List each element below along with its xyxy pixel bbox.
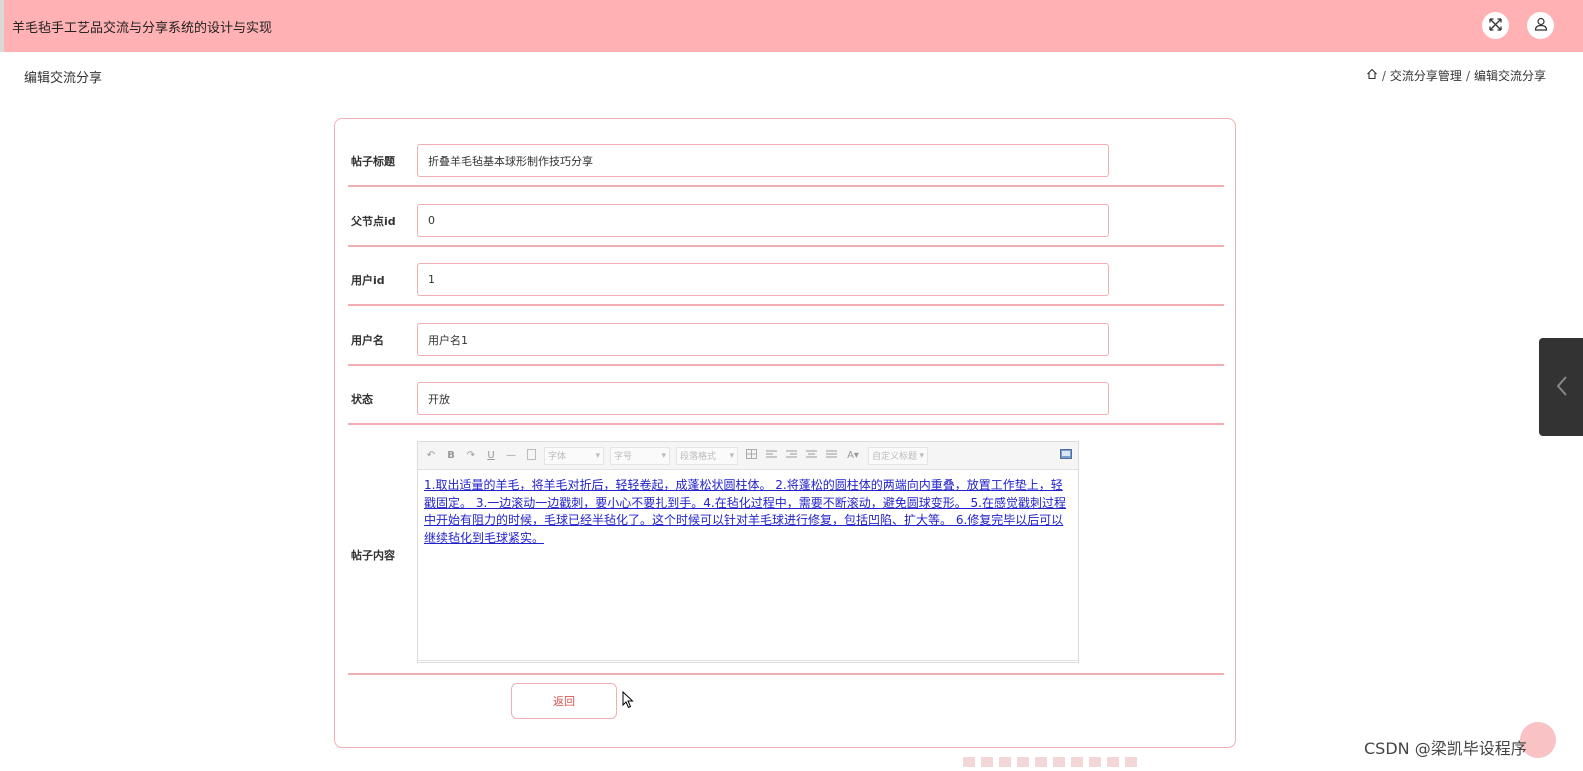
parent-id-input[interactable]: 0 [417,204,1109,237]
preview-icon[interactable] [1060,449,1072,462]
undo-icon[interactable]: ↶ [424,450,438,461]
form-row-title: 帖子标题 折叠羊毛毡基本球形制作技巧分享 [348,127,1224,187]
font-size-value: 字号 [614,452,633,462]
breadcrumb-item-edit-exchange: 编辑交流分享 [1473,69,1546,83]
window-edge [0,0,4,52]
field-label-content: 帖子内容 [351,549,395,562]
chevron-down-icon: ▾ [853,450,859,461]
chevron-left-icon [1556,376,1567,400]
paragraph-select[interactable]: 段落格式 ▾ [676,446,738,465]
bottom-icon [1107,757,1119,767]
form-row-user-id: 用户id 1 [348,246,1224,306]
fullscreen-icon [1489,16,1502,35]
custom-title-value: 自定义标题 [872,452,918,462]
font-family-value: 字体 [548,452,567,462]
bottom-icon [1125,757,1137,767]
status-input[interactable]: 开放 [417,382,1109,415]
bottom-icon [963,757,975,767]
field-label-title: 帖子标题 [351,155,395,168]
font-color-label: A [847,450,854,461]
bottom-icon [1071,757,1083,767]
clear-format-icon[interactable] [524,448,538,463]
form-row-parent-id: 父节点id 0 [348,187,1224,247]
align-right-icon[interactable] [784,450,798,462]
field-label-status: 状态 [351,393,373,406]
redo-icon[interactable]: ↷ [464,450,478,461]
rich-text-editor[interactable]: ↶ B ↷ U — 字体 ▾ 字号 ▾ 段落格式 ▾ A▾ 自定义标题 ▾ 1.… [417,441,1079,663]
watermark: CSDN @梁凯毕设程序 [1364,739,1527,758]
bottom-icon [1053,757,1065,767]
title-input[interactable]: 折叠羊毛毡基本球形制作技巧分享 [417,144,1109,177]
chevron-down-icon: ▾ [919,450,924,461]
edit-form: 帖子标题 折叠羊毛毡基本球形制作技巧分享 父节点id 0 用户id 1 用户名 … [334,118,1236,748]
back-button[interactable]: 返回 [511,683,617,719]
user-button[interactable] [1527,12,1554,39]
table-icon[interactable] [744,449,758,462]
side-panel-toggle[interactable] [1539,338,1583,436]
align-left-icon[interactable] [764,450,778,462]
bottom-icon [1035,757,1047,767]
chevron-down-icon: ▾ [729,450,734,461]
underline-button[interactable]: U [484,450,498,461]
field-label-username: 用户名 [351,334,384,347]
bottom-icon [981,757,993,767]
breadcrumb-separator: / [1381,68,1386,83]
user-icon [1534,16,1548,35]
editor-content[interactable]: 1.取出适量的羊毛，将羊毛对折后，轻轻卷起，成蓬松状圆柱体。 2.将蓬松的圆柱体… [418,470,1078,554]
editor-toolbar: ↶ B ↷ U — 字体 ▾ 字号 ▾ 段落格式 ▾ A▾ 自定义标题 ▾ [418,442,1078,470]
breadcrumb: / 交流分享管理 / 编辑交流分享 [1366,67,1546,84]
fullscreen-button[interactable] [1482,12,1509,39]
editor-bottom-border [418,660,1078,661]
bottom-icon [1089,757,1101,767]
field-label-parent-id: 父节点id [351,215,396,228]
page-title: 编辑交流分享 [24,71,103,86]
align-center-icon[interactable] [804,450,818,462]
chevron-down-icon: ▾ [661,450,666,461]
bottom-icon [999,757,1011,767]
username-input[interactable]: 用户名1 [417,323,1109,356]
field-label-user-id: 用户id [351,274,385,287]
bottom-icon [1017,757,1029,767]
font-family-select[interactable]: 字体 ▾ [544,446,604,465]
chevron-down-icon: ▾ [595,450,600,461]
horizontal-rule-icon[interactable]: — [504,450,518,461]
user-id-input[interactable]: 1 [417,263,1109,296]
bottom-toolbar [963,757,1137,767]
font-color-button[interactable]: A▾ [844,450,862,461]
home-icon[interactable] [1366,68,1378,83]
breadcrumb-separator: / [1465,68,1470,83]
font-size-select[interactable]: 字号 ▾ [610,446,670,465]
bold-button[interactable]: B [444,450,458,461]
form-row-status: 状态 开放 [348,365,1224,425]
top-bar: 羊毛毡手工艺品交流与分享系统的设计与实现 [0,0,1583,52]
custom-title-select[interactable]: 自定义标题 ▾ [868,446,928,465]
form-row-username: 用户名 用户名1 [348,306,1224,366]
align-justify-icon[interactable] [824,450,838,462]
mouse-cursor-icon [622,690,634,713]
app-title: 羊毛毡手工艺品交流与分享系统的设计与实现 [12,21,273,36]
row-divider [348,673,1224,675]
breadcrumb-item-exchange-management[interactable]: 交流分享管理 [1390,67,1462,84]
paragraph-value: 段落格式 [680,452,717,462]
